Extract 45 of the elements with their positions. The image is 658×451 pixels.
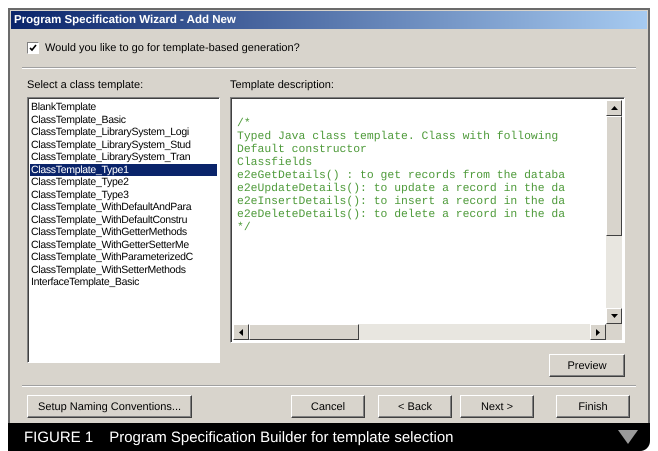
code-line: /* (237, 118, 252, 130)
setup-button[interactable]: Setup Naming Conventions... (27, 395, 192, 418)
right-arrow-icon (596, 328, 600, 336)
vertical-scrollbar[interactable] (606, 100, 622, 324)
checkbox-label: Would you like to go for template-based generation? (45, 42, 300, 54)
list-label: Select a class template: (27, 79, 144, 91)
wizard-button[interactable]: Finish (556, 395, 630, 418)
template-list-item[interactable]: ClassTemplate_LibrarySystem_Tran (30, 151, 217, 164)
template-list-item[interactable]: ClassTemplate_WithDefaultConstru (30, 214, 217, 226)
code-line: Default constructor (237, 144, 368, 156)
template-list-item[interactable]: ClassTemplate_WithSetterMethods (30, 264, 217, 276)
template-list-item[interactable]: BlankTemplate (30, 101, 217, 114)
code-line: e2eInsertDetails(): to insert a record in the da (237, 196, 566, 208)
checkbox[interactable] (27, 42, 39, 54)
code-line: e2eGetDetails() : to get records from the databa (237, 170, 566, 182)
figure-caption: Program Specification Builder for template selection (109, 428, 455, 446)
template-list-item[interactable]: ClassTemplate_Type3 (30, 188, 217, 201)
window-title: Program Specification Wizard - Add New (11, 11, 647, 29)
template-list-item[interactable]: ClassTemplate_Basic (30, 114, 217, 126)
up-arrow-icon (610, 106, 618, 110)
code-line: e2eDeleteDetails(): to delete a record in the da (237, 209, 566, 222)
preview-button[interactable]: Preview (549, 354, 625, 377)
code-line: e2eUpdateDetails(): to update a record in the da (237, 183, 566, 196)
wizard-button[interactable]: Cancel (291, 395, 365, 418)
template-list-item[interactable]: ClassTemplate_LibrarySystem_Stud (30, 138, 217, 151)
template-list-item[interactable]: ClassTemplate_WithGetterMethods (30, 226, 217, 238)
template-list-item[interactable]: ClassTemplate_Type1 (30, 164, 217, 176)
wizard-button[interactable]: < Back (378, 395, 452, 418)
template-list-item[interactable]: ClassTemplate_WithDefaultAndPara (30, 201, 217, 214)
horizontal-scrollbar[interactable] (233, 324, 606, 340)
template-list-item[interactable]: ClassTemplate_WithParameterizedC (30, 251, 217, 264)
down-arrow-icon (610, 314, 618, 318)
template-list-item[interactable]: ClassTemplate_LibrarySystem_Logi (30, 126, 217, 138)
triangle-icon (618, 430, 638, 444)
template-list-item[interactable]: ClassTemplate_Type2 (30, 176, 217, 188)
code-line: */ (237, 222, 252, 235)
wizard-button[interactable]: Next > (460, 395, 534, 418)
template-list-item[interactable]: ClassTemplate_WithGetterSetterMe (30, 238, 217, 251)
description-label: Template description: (230, 79, 335, 91)
scrollbar-corner (606, 324, 622, 340)
template-list-item[interactable]: InterfaceTemplate_Basic (30, 276, 217, 288)
figure-number: FIGURE 1 (24, 428, 94, 446)
code-line: Classfields (237, 157, 314, 170)
code-line: Typed Java class template. Class with following (237, 131, 560, 144)
left-arrow-icon (238, 328, 244, 336)
